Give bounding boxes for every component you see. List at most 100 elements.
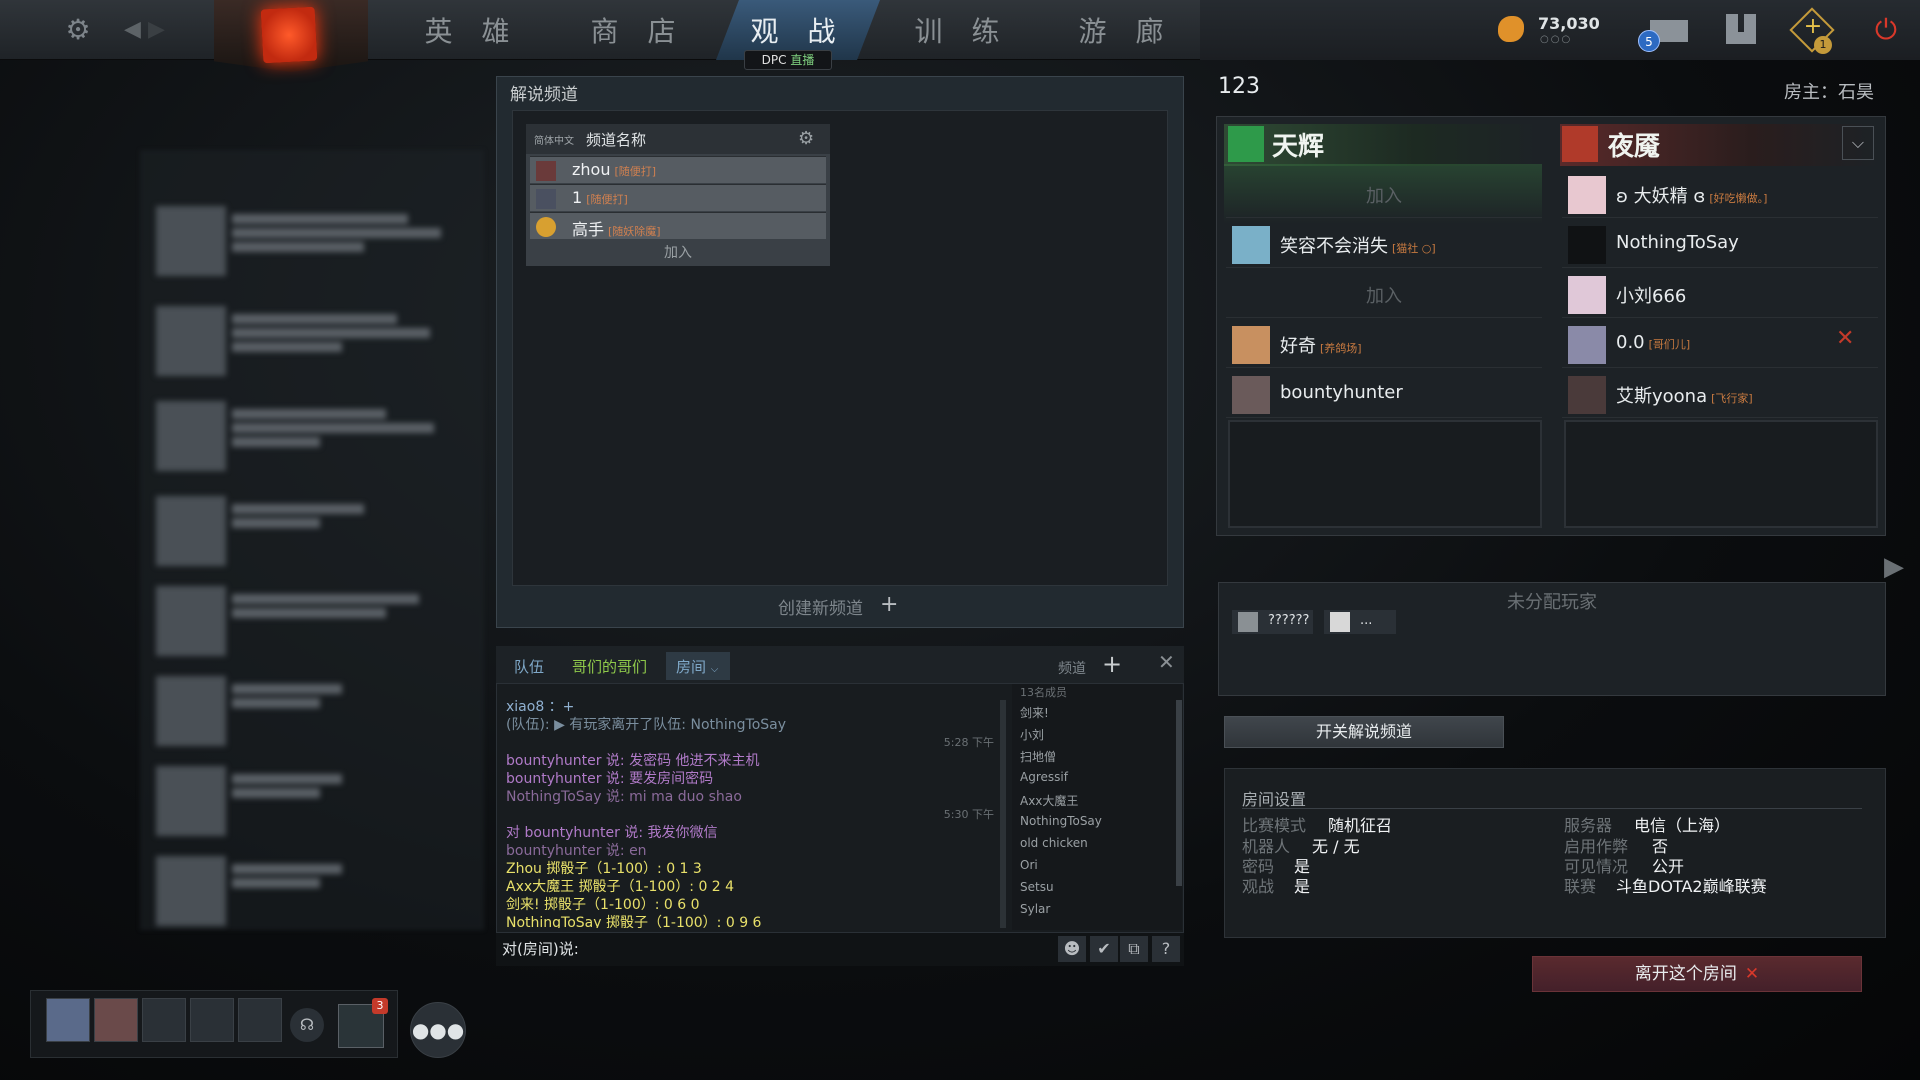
send-check-icon[interactable]: ✔ <box>1090 936 1118 962</box>
chat-add-channel-icon[interactable]: + <box>1102 650 1122 678</box>
dire-slot-5[interactable]: 艾斯yoona [飞行家] <box>1562 370 1878 418</box>
create-channel-button[interactable]: 创建新频道 <box>778 594 863 619</box>
blurred-list-item <box>150 580 470 664</box>
shards-balance[interactable]: 73,030 <box>1538 14 1600 33</box>
forward-arrow-icon[interactable]: ▶ <box>148 14 170 46</box>
chat-message: NothingToSay 说: mi ma duo shao <box>506 789 742 805</box>
channel-row[interactable]: zhou [随便打] <box>530 156 826 183</box>
member-item[interactable]: old chicken <box>1020 836 1088 850</box>
blurred-list-item <box>150 850 470 934</box>
tab-heroes[interactable]: 英 雄 <box>390 0 554 60</box>
dire-slot-4[interactable]: 0.0 [哥们儿] <box>1562 320 1878 368</box>
help-icon[interactable]: ? <box>1152 936 1180 962</box>
leave-room-button[interactable]: 离开这个房间 ✕ <box>1532 956 1862 992</box>
kick-player-icon[interactable]: ✕ <box>1836 326 1854 351</box>
member-item[interactable]: 小刘 <box>1020 726 1044 743</box>
tab-arcade[interactable]: 游 廊 <box>1044 0 1208 60</box>
settings-gear-icon[interactable]: ⚙ <box>60 12 96 48</box>
channel-row[interactable]: 高手 [随妖除魔] <box>530 212 826 239</box>
avatar <box>1232 326 1270 364</box>
back-arrow-icon[interactable]: ◀ <box>124 14 146 46</box>
blurred-list-item <box>150 760 470 844</box>
chat-scrollbar[interactable] <box>1000 700 1006 928</box>
dire-slot-1[interactable]: ʚ 大妖精 ɞ [好吃懒做。] <box>1562 170 1878 218</box>
chat-message: bountyhunter 说: 要发房间密码 <box>506 771 714 787</box>
dpc-live-badge[interactable]: DPC 直播 <box>744 50 832 70</box>
member-item[interactable]: Sylar <box>1020 902 1050 916</box>
avatar <box>1238 612 1258 632</box>
channel-join-button[interactable]: 加入 <box>526 242 830 264</box>
party-member-avatar[interactable] <box>46 998 90 1042</box>
member-item[interactable]: NothingToSay <box>1020 814 1102 828</box>
unassigned-player[interactable]: ?????? <box>1232 610 1314 634</box>
member-item[interactable]: Ori <box>1020 858 1038 872</box>
dire-slot-3[interactable]: 小刘666 <box>1562 270 1878 318</box>
player-name-wrap: NothingToSay <box>1616 232 1739 253</box>
party-member-avatar[interactable] <box>94 998 138 1042</box>
radiant-emblem-icon <box>1228 126 1264 162</box>
chat-close-icon[interactable]: ✕ <box>1158 650 1175 674</box>
slot-join-button[interactable]: 加入 <box>1226 182 1542 208</box>
chat-tab-friends-of-friends[interactable]: 哥们的哥们 <box>572 656 647 677</box>
lobby-host: 房主：石昊 <box>1784 82 1874 103</box>
toggle-commentary-channel-button[interactable]: 开关解说频道 <box>1224 716 1504 748</box>
dpc-live-label: 直播 <box>790 53 815 67</box>
member-item[interactable]: Axx大魔王 <box>1020 792 1078 809</box>
setting-key: 观战 <box>1242 877 1275 896</box>
member-item[interactable]: Setsu <box>1020 880 1054 894</box>
radiant-slot-4[interactable]: 好奇 [养鸽场] <box>1226 320 1542 368</box>
player-tag: [哥们儿] <box>1648 338 1691 351</box>
chat-tab-room[interactable]: 房间 ⌵ <box>666 652 730 680</box>
member-item[interactable]: Agressif <box>1020 770 1068 784</box>
create-channel-plus-icon[interactable]: + <box>880 592 898 617</box>
dota-logo-icon[interactable] <box>260 6 318 64</box>
member-item[interactable]: 剑来! <box>1020 704 1049 721</box>
channel-row[interactable]: 1 [随便打] <box>530 184 826 211</box>
party-empty-slot[interactable] <box>238 998 282 1042</box>
popout-icon[interactable]: ⧉ <box>1120 936 1148 962</box>
player-tag: [养鸽场] <box>1320 342 1362 355</box>
chat-tab-team[interactable]: 队伍 <box>514 656 544 677</box>
slot-join-button[interactable]: 加入 <box>1226 282 1542 308</box>
avatar <box>1232 226 1270 264</box>
headset-icon[interactable]: ☊ <box>290 1008 324 1042</box>
social-menu-icon[interactable]: ●●● <box>410 1002 466 1058</box>
channel-row-name-wrap: 1 [随便打] <box>572 188 628 207</box>
member-item[interactable]: 扫地僧 <box>1020 748 1056 765</box>
chat-message: NothingToSay 掷骰子（1-100）: 0 9 6 <box>506 915 762 928</box>
unassigned-player[interactable]: ... <box>1324 610 1396 634</box>
dire-slot-2[interactable]: NothingToSay <box>1562 220 1878 268</box>
emoji-icon[interactable]: ☻ <box>1058 936 1086 962</box>
channel-name: zhou <box>572 160 611 179</box>
power-icon[interactable]: ⏻ <box>1868 12 1904 48</box>
avatar <box>1330 612 1350 632</box>
player-name: 好奇 <box>1280 336 1316 357</box>
channel-panel-title: 解说频道 <box>510 85 578 105</box>
party-empty-slot[interactable] <box>142 998 186 1042</box>
tab-store[interactable]: 商 店 <box>556 0 720 60</box>
dire-coach-slot[interactable] <box>1564 420 1878 528</box>
member-count: 13名成员 <box>1020 686 1067 699</box>
chat-channel-label[interactable]: 频道 <box>1058 658 1086 678</box>
channel-language-label[interactable]: 简体中文 <box>534 132 574 147</box>
avatar <box>1568 376 1606 414</box>
expand-arrow-icon[interactable]: ▶ <box>1884 552 1904 582</box>
chevron-down-icon[interactable]: ⌵ <box>1842 126 1874 160</box>
player-name-wrap: 笑容不会消失 [猫社 ○] <box>1280 232 1436 258</box>
guild-notification-badge: 3 <box>372 998 388 1014</box>
player-name: ʚ 大妖精 ɞ <box>1616 186 1706 207</box>
tab-learn[interactable]: 训 练 <box>880 0 1044 60</box>
radiant-slot-3[interactable]: 加入 <box>1226 270 1542 318</box>
shards-dots: ○○○ <box>1540 34 1573 45</box>
member-scrollbar[interactable] <box>1176 700 1182 886</box>
radiant-slot-5[interactable]: bountyhunter <box>1226 370 1542 418</box>
radiant-coach-slot[interactable] <box>1228 420 1542 528</box>
channel-settings-gear-icon[interactable]: ⚙ <box>798 128 814 149</box>
channel-row-name-wrap: zhou [随便打] <box>572 160 656 179</box>
setting-value: 电信（上海） <box>1634 816 1731 835</box>
chat-log[interactable]: xiao8 ：+ (队伍): ▶ 有玩家离开了队伍: NothingToSay … <box>500 688 1008 928</box>
radiant-slot-2[interactable]: 笑容不会消失 [猫社 ○] <box>1226 220 1542 268</box>
party-empty-slot[interactable] <box>190 998 234 1042</box>
radiant-slot-1[interactable]: 加入 <box>1226 170 1542 218</box>
player-name-wrap: 好奇 [养鸽场] <box>1280 332 1362 358</box>
